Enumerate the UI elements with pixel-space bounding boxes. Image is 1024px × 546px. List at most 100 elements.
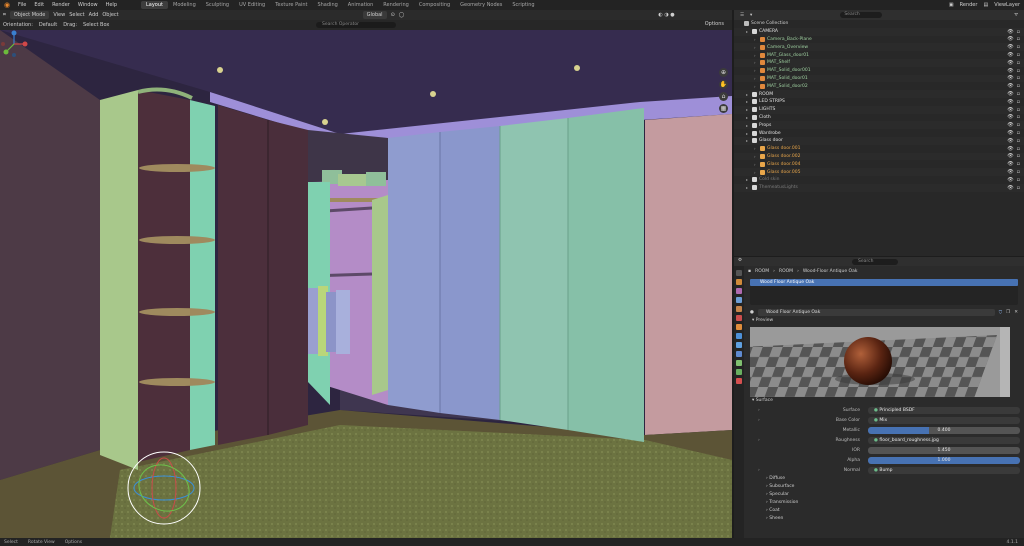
camera-render-icon[interactable]: ▫: [1017, 169, 1020, 175]
outliner-search-input[interactable]: Search: [840, 12, 883, 18]
outliner-row[interactable]: › Camera_Overview 👁 ▫: [734, 43, 1024, 52]
camera-render-icon[interactable]: ▫: [1017, 153, 1020, 159]
eye-icon[interactable]: 👁: [1007, 75, 1013, 81]
particles-tab-icon[interactable]: [736, 342, 742, 348]
eye-icon[interactable]: 👁: [1007, 169, 1013, 175]
scene-tab-icon[interactable]: [736, 306, 742, 312]
eye-icon[interactable]: 👁: [1007, 60, 1013, 66]
eye-icon[interactable]: 👁: [1007, 114, 1013, 120]
eye-icon[interactable]: 👁: [1007, 153, 1013, 159]
transform-orientation-dropdown[interactable]: Global: [362, 11, 387, 19]
eye-icon[interactable]: 👁: [1007, 122, 1013, 128]
unlink-icon[interactable]: ✕: [1014, 310, 1018, 315]
outliner-row[interactable]: › Glass door.001 👁 ▫: [734, 145, 1024, 153]
camera-render-icon[interactable]: ▫: [1017, 52, 1020, 58]
material-slot-item[interactable]: Wood Floor Antique Oak: [750, 279, 1018, 286]
camera-render-icon[interactable]: ▫: [1017, 29, 1020, 35]
tool-tab-icon[interactable]: [736, 270, 742, 276]
drag-value[interactable]: Select Box: [83, 22, 109, 28]
expand-arrow-icon[interactable]: ›: [758, 468, 760, 473]
camera-render-icon[interactable]: ▫: [1017, 68, 1020, 74]
material-sphere-icon[interactable]: ●: [750, 310, 754, 315]
outliner-row[interactable]: › MAT_Solid_door001 👁 ▫: [734, 67, 1024, 75]
perspective-grid-icon[interactable]: ▦: [719, 104, 728, 113]
camera-render-icon[interactable]: ▫: [1017, 75, 1020, 81]
pan-hand-icon[interactable]: ✋: [719, 80, 728, 89]
tab-texture-paint[interactable]: Texture Paint: [270, 1, 312, 9]
expand-arrow-icon[interactable]: ›: [758, 418, 760, 423]
material-tab-icon[interactable]: [736, 378, 742, 384]
physics-tab-icon[interactable]: [736, 351, 742, 357]
eye-icon[interactable]: 👁: [1007, 138, 1013, 144]
camera-render-icon[interactable]: ▫: [1017, 114, 1020, 120]
blender-logo-icon[interactable]: ◉: [3, 1, 11, 9]
eye-icon[interactable]: 👁: [1007, 83, 1013, 89]
fake-user-shield-icon[interactable]: ⛉: [999, 310, 1002, 316]
eye-icon[interactable]: 👁: [1007, 91, 1013, 97]
camera-render-icon[interactable]: ▫: [1017, 138, 1020, 144]
tab-layout[interactable]: Layout: [141, 1, 168, 9]
camera-render-icon[interactable]: ▫: [1017, 107, 1020, 113]
camera-render-icon[interactable]: ▫: [1017, 60, 1020, 66]
outliner-row[interactable]: › MAT_Shelf 👁 ▫: [734, 58, 1024, 67]
camera-render-icon[interactable]: ▫: [1017, 83, 1020, 89]
outliner-row[interactable]: › MAT_Solid_door01 👁 ▫: [734, 74, 1024, 83]
operator-search-input[interactable]: Search Operator: [316, 22, 396, 28]
camera-render-icon[interactable]: ▫: [1017, 36, 1020, 42]
material-slot-list[interactable]: Wood Floor Antique Oak: [750, 279, 1018, 305]
expand-arrow-icon[interactable]: ›: [758, 438, 760, 443]
property-value[interactable]: 1.450: [868, 446, 1020, 454]
viewport-shading-icon[interactable]: ◐ ◑ ●: [658, 12, 674, 18]
outliner-row[interactable]: ▸ ThemeatusLights 👁 ▫: [734, 183, 1024, 192]
outliner-editor-icon[interactable]: ☰: [740, 13, 744, 18]
3d-viewport[interactable]: ⊕ ✋ ⌂ ▦: [0, 30, 732, 538]
eye-icon[interactable]: 👁: [1007, 52, 1013, 58]
world-tab-icon[interactable]: [736, 315, 742, 321]
constraints-tab-icon[interactable]: [736, 360, 742, 366]
output-tab-icon[interactable]: [736, 288, 742, 294]
outliner-row[interactable]: ▸ Cloth 👁 ▫: [734, 114, 1024, 122]
menu-help[interactable]: Help: [102, 2, 121, 8]
tab-rendering[interactable]: Rendering: [378, 1, 414, 9]
camera-render-icon[interactable]: ▫: [1017, 122, 1020, 128]
preview-section-header[interactable]: ▾ Preview: [746, 317, 1024, 325]
surface-section-header[interactable]: ▾ Surface: [746, 397, 1024, 405]
menu-edit[interactable]: Edit: [30, 2, 48, 8]
camera-render-icon[interactable]: ▫: [1017, 130, 1020, 136]
subsection-header[interactable]: › Diffuse: [746, 475, 1024, 483]
subsection-header[interactable]: › Specular: [746, 491, 1024, 499]
menu-file[interactable]: File: [14, 2, 30, 8]
menu-select[interactable]: Select: [69, 12, 84, 18]
outliner-row[interactable]: ▸ Props 👁 ▫: [734, 121, 1024, 130]
eye-icon[interactable]: 👁: [1007, 161, 1013, 167]
eye-icon[interactable]: 👁: [1007, 130, 1013, 136]
tab-animation[interactable]: Animation: [343, 1, 379, 9]
property-value[interactable]: ● Mix: [868, 416, 1020, 424]
camera-render-icon[interactable]: ▫: [1017, 161, 1020, 167]
menu-window[interactable]: Window: [74, 2, 102, 8]
zoom-icon[interactable]: ⊕: [719, 68, 728, 77]
eye-icon[interactable]: 👁: [1007, 36, 1013, 42]
outliner-row[interactable]: ▸ Wardrobe 👁 ▫: [734, 129, 1024, 137]
subsection-header[interactable]: › Sheen: [746, 515, 1024, 523]
camera-render-icon[interactable]: ▫: [1017, 44, 1020, 50]
outliner-row[interactable]: › Camera_Back-Plane 👁 ▫: [734, 36, 1024, 44]
camera-render-icon[interactable]: ▫: [1017, 146, 1020, 152]
eye-icon[interactable]: 👁: [1007, 99, 1013, 105]
view-layer-name[interactable]: ViewLayer: [994, 2, 1020, 8]
outliner-row[interactable]: › Glass door.002 👁 ▫: [734, 152, 1024, 161]
axis-gizmo[interactable]: [0, 30, 28, 58]
view-layer-tab-icon[interactable]: [736, 297, 742, 303]
editor-type-icon[interactable]: ⌗: [3, 12, 6, 18]
outliner-row[interactable]: ▸ Glass door 👁 ▫: [734, 136, 1024, 145]
scene-name[interactable]: Render: [960, 2, 978, 8]
menu-add[interactable]: Add: [89, 12, 99, 18]
tab-modeling[interactable]: Modeling: [168, 1, 201, 9]
display-mode-icon[interactable]: ▾: [750, 13, 752, 18]
material-name-field[interactable]: Wood Floor Antique Oak: [757, 309, 995, 316]
mode-dropdown[interactable]: Object Mode: [9, 11, 50, 19]
outliner-row[interactable]: ▸ Cold skin 👁 ▫: [734, 176, 1024, 184]
camera-view-icon[interactable]: ⌂: [719, 92, 728, 101]
proportional-edit-icon[interactable]: ◯: [399, 12, 405, 18]
snap-icon[interactable]: ⊙: [391, 12, 395, 18]
